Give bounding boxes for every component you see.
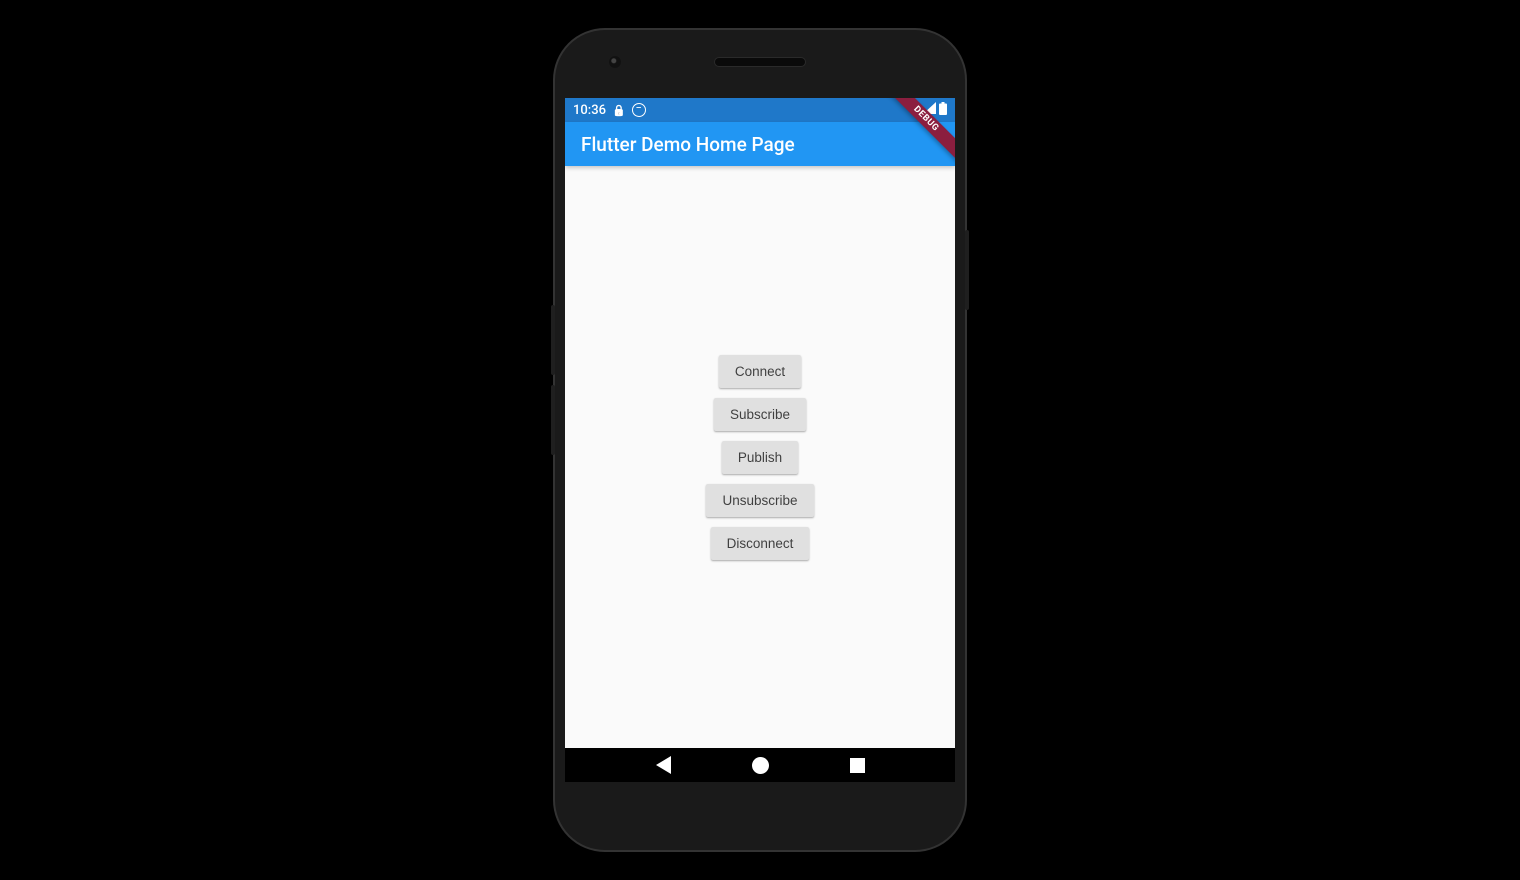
app-bar: Flutter Demo Home Page xyxy=(565,122,955,166)
power-button xyxy=(965,230,969,310)
disconnect-button[interactable]: Disconnect xyxy=(711,527,810,560)
do-not-disturb-icon xyxy=(632,103,646,117)
status-time: 10:36 xyxy=(573,103,606,118)
android-nav-bar xyxy=(565,748,955,782)
nav-recent-icon[interactable] xyxy=(850,758,865,773)
unsubscribe-button[interactable]: Unsubscribe xyxy=(706,484,813,517)
phone-frame: DEBUG 10:36 Flutter D xyxy=(555,30,965,850)
battery-icon xyxy=(939,102,947,119)
app-body: Connect Subscribe Publish Unsubscribe Di… xyxy=(565,166,955,748)
lock-icon xyxy=(612,103,626,118)
phone-bezel-top xyxy=(565,40,955,98)
status-left: 10:36 xyxy=(573,103,646,118)
connect-button[interactable]: Connect xyxy=(719,355,801,388)
screen: DEBUG 10:36 Flutter D xyxy=(565,98,955,782)
page-title: Flutter Demo Home Page xyxy=(581,133,795,156)
nav-home-icon[interactable] xyxy=(752,757,769,774)
nav-back-icon[interactable] xyxy=(656,756,671,774)
subscribe-button[interactable]: Subscribe xyxy=(714,398,806,431)
volume-up-button xyxy=(551,305,555,375)
publish-button[interactable]: Publish xyxy=(722,441,798,474)
signal-icon xyxy=(923,102,936,118)
phone-bezel-bottom xyxy=(565,782,955,840)
status-bar: 10:36 xyxy=(565,98,955,122)
volume-down-button xyxy=(551,385,555,455)
status-right xyxy=(905,102,947,119)
wifi-icon xyxy=(905,102,920,118)
